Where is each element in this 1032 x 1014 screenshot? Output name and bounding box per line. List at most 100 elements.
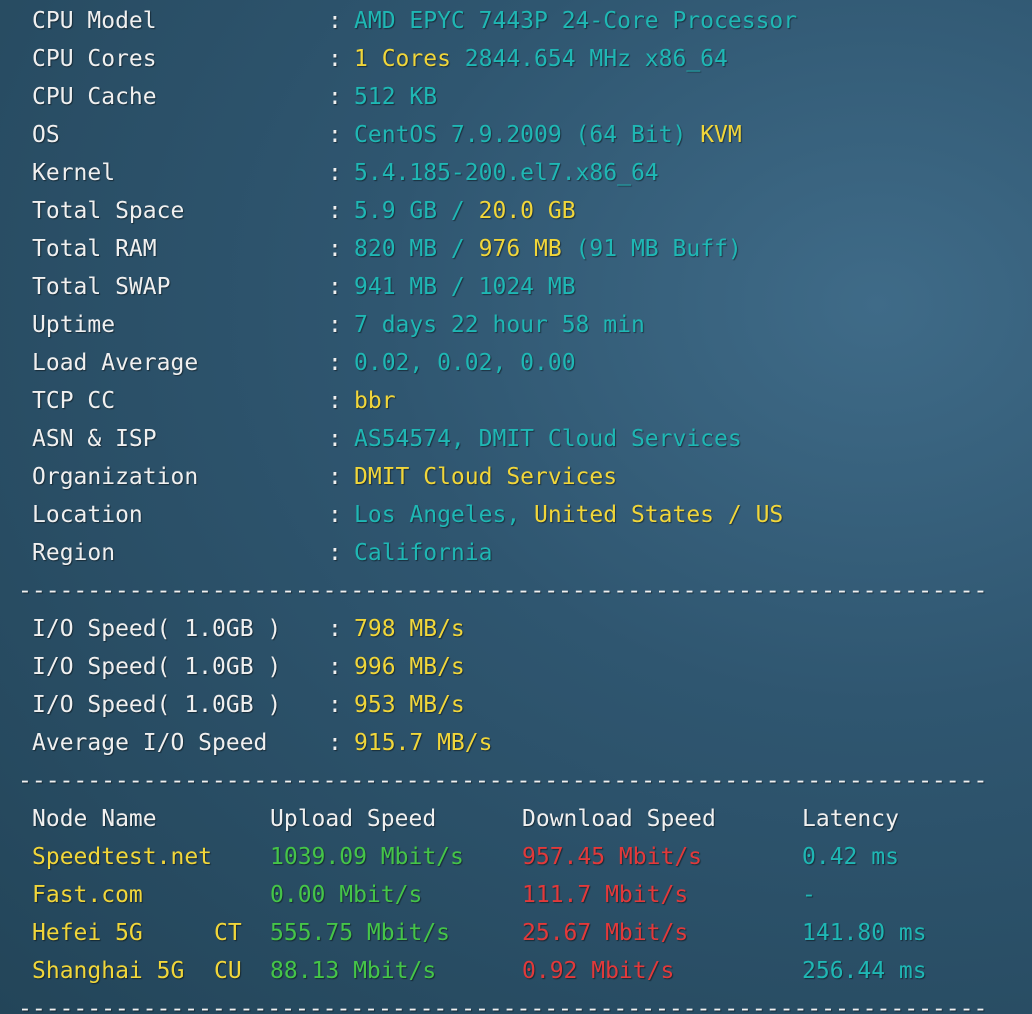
column-header: Upload Speed — [270, 806, 437, 832]
latency: 141.80 ms — [802, 920, 927, 946]
colon: : — [328, 464, 342, 490]
colon: : — [328, 122, 342, 148]
colon: : — [328, 350, 342, 376]
node-isp: CU — [214, 958, 242, 984]
io-value: 953 MB/s — [354, 692, 465, 718]
value-part: 5.4.185-200.el7.x86_64 — [354, 160, 659, 186]
sysinfo-value: 941 MB / 1024 MB — [354, 268, 576, 306]
latency: 256.44 ms — [802, 958, 927, 984]
sysinfo-label: Organization — [32, 464, 199, 490]
sysinfo-label: Total Space — [32, 198, 185, 224]
sysinfo-value: Los Angeles, United States / US — [354, 496, 783, 534]
column-header: Latency — [802, 806, 899, 832]
upload-speed: 555.75 Mbit/s — [270, 920, 451, 946]
sysinfo-value: AS54574, DMIT Cloud Services — [354, 420, 742, 458]
colon: : — [328, 198, 342, 224]
latency: - — [802, 882, 816, 908]
colon: : — [328, 274, 342, 300]
colon: : — [328, 84, 342, 110]
io-value: 996 MB/s — [354, 654, 465, 680]
colon: : — [328, 46, 342, 72]
node-name: Shanghai 5G — [32, 958, 185, 984]
value-part: 512 KB — [354, 84, 438, 110]
download-speed: 25.67 Mbit/s — [522, 920, 689, 946]
colon: : — [328, 654, 342, 680]
column-header: Download Speed — [522, 806, 716, 832]
sysinfo-value: 5.9 GB / 20.0 GB — [354, 192, 576, 230]
sysinfo-label: CPU Cache — [32, 84, 157, 110]
value-part: CentOS 7.9.2009 (64 Bit) — [354, 122, 701, 148]
colon: : — [328, 730, 342, 756]
sysinfo-label: ASN & ISP — [32, 426, 157, 452]
value-part: 976 MB — [478, 236, 562, 262]
upload-speed: 88.13 Mbit/s — [270, 958, 437, 984]
io-label: I/O Speed( 1.0GB ) — [32, 654, 282, 680]
io-value: 915.7 MB/s — [354, 730, 493, 756]
value-part: 941 MB / 1024 MB — [354, 274, 576, 300]
sysinfo-label: Load Average — [32, 350, 199, 376]
sysinfo-value: 512 KB — [354, 78, 437, 116]
upload-speed: 1039.09 Mbit/s — [270, 844, 464, 870]
io-label: I/O Speed( 1.0GB ) — [32, 692, 282, 718]
sysinfo-label: Region — [32, 540, 116, 566]
value-part: AMD EPYC 7443P 24-Core Processor — [354, 8, 798, 34]
sysinfo-value: 7 days 22 hour 58 min — [354, 306, 645, 344]
colon: : — [328, 312, 342, 338]
io-value: 798 MB/s — [354, 616, 465, 642]
value-part: Los Angeles, — [354, 502, 535, 528]
sysinfo-label: CPU Model — [32, 8, 157, 34]
sysinfo-label: CPU Cores — [32, 46, 157, 72]
sysinfo-value: 1 Cores 2844.654 MHz x86_64 — [354, 40, 728, 78]
colon: : — [328, 8, 342, 34]
node-name: Fast.com — [32, 882, 143, 908]
value-part: 2844.654 MHz x86_64 — [450, 46, 728, 72]
colon: : — [328, 388, 342, 414]
value-part: 20.0 GB — [478, 198, 576, 224]
value-part: California — [354, 540, 493, 566]
sysinfo-label: Uptime — [32, 312, 116, 338]
latency: 0.42 ms — [802, 844, 899, 870]
value-part: bbr — [354, 388, 396, 414]
node-isp: CT — [214, 920, 242, 946]
sysinfo-label: Location — [32, 502, 143, 528]
column-header: Node Name — [32, 806, 157, 832]
separator-line: ----------------------------------------… — [18, 771, 988, 791]
value-part: DMIT Cloud Services — [354, 464, 618, 490]
io-label: Average I/O Speed — [32, 730, 268, 756]
sysinfo-value: California — [354, 534, 492, 572]
value-part: 5.9 GB / — [354, 198, 479, 224]
sysinfo-value: 0.02, 0.02, 0.00 — [354, 344, 576, 382]
io-label: I/O Speed( 1.0GB ) — [32, 616, 282, 642]
sysinfo-value: CentOS 7.9.2009 (64 Bit) KVM — [354, 116, 742, 154]
colon: : — [328, 426, 342, 452]
value-part: 820 MB / — [354, 236, 479, 262]
colon: : — [328, 692, 342, 718]
colon: : — [328, 616, 342, 642]
sysinfo-label: Total SWAP — [32, 274, 171, 300]
colon: : — [328, 540, 342, 566]
value-part: 7 days 22 hour 58 min — [354, 312, 645, 338]
node-name: Hefei 5G — [32, 920, 143, 946]
sysinfo-value: 5.4.185-200.el7.x86_64 — [354, 154, 659, 192]
value-part: AS54574, DMIT Cloud Services — [354, 426, 742, 452]
sysinfo-label: Kernel — [32, 160, 116, 186]
sysinfo-value: bbr — [354, 382, 396, 420]
value-part: (91 MB Buff) — [561, 236, 742, 262]
download-speed: 957.45 Mbit/s — [522, 844, 703, 870]
sysinfo-value: 820 MB / 976 MB (91 MB Buff) — [354, 230, 742, 268]
value-part: United States / US — [534, 502, 784, 528]
value-part: 0.02, 0.02, 0.00 — [354, 350, 576, 376]
colon: : — [328, 502, 342, 528]
sysinfo-label: Total RAM — [32, 236, 157, 262]
colon: : — [328, 236, 342, 262]
value-part: KVM — [700, 122, 742, 148]
value-part: 1 Cores — [354, 46, 451, 72]
sysinfo-value: DMIT Cloud Services — [354, 458, 617, 496]
download-speed: 111.7 Mbit/s — [522, 882, 689, 908]
sysinfo-label: TCP CC — [32, 388, 116, 414]
sysinfo-label: OS — [32, 122, 60, 148]
upload-speed: 0.00 Mbit/s — [270, 882, 423, 908]
node-name: Speedtest.net — [32, 844, 213, 870]
colon: : — [328, 160, 342, 186]
separator-line: ----------------------------------------… — [18, 581, 988, 601]
